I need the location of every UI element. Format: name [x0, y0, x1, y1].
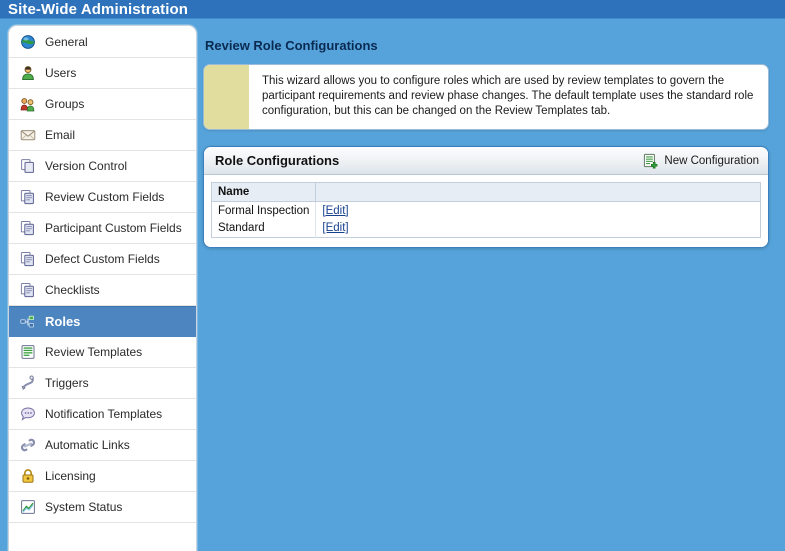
sidebar-item-version-control[interactable]: Version Control [9, 151, 196, 182]
padlock-icon [20, 468, 36, 484]
sidebar-item-label: Roles [45, 314, 81, 329]
column-header-actions [315, 182, 761, 202]
sidebar-item-automatic-links[interactable]: Automatic Links [9, 430, 196, 461]
document-stack-icon [20, 189, 36, 205]
edit-link[interactable]: [Edit] [322, 205, 348, 217]
sidebar-item-review-custom-fields[interactable]: Review Custom Fields [9, 182, 196, 213]
sidebar-item-system-status[interactable]: System Status [9, 492, 196, 523]
copy-pages-icon [20, 158, 36, 174]
sidebar-item-label: Checklists [45, 283, 100, 297]
role-configurations-table: Name Formal Inspection [Edit] Standard [… [211, 182, 761, 238]
sidebar-item-label: Automatic Links [45, 438, 130, 452]
role-name-cell: Formal Inspection [211, 201, 317, 220]
sidebar-item-label: Email [45, 128, 76, 142]
panel-header: Role Configurations New Configuration [204, 147, 768, 175]
sidebar-item-label: Defect Custom Fields [45, 252, 160, 266]
table-row: Formal Inspection [Edit] [211, 201, 761, 220]
table-row: Standard [Edit] [211, 219, 761, 238]
wizard-info-text: This wizard allows you to configure role… [262, 75, 754, 117]
role-action-cell: [Edit] [315, 219, 761, 238]
speech-bubble-icon [20, 406, 36, 422]
globe-icon [20, 34, 36, 50]
sidebar-item-label: Groups [45, 97, 85, 111]
new-document-icon [642, 153, 658, 169]
sidebar-item-participant-custom-fields[interactable]: Participant Custom Fields [9, 213, 196, 244]
wizard-info-box: This wizard allows you to configure role… [203, 64, 769, 130]
sidebar-item-label: Notification Templates [45, 407, 163, 421]
sidebar-item-triggers[interactable]: Triggers [9, 368, 196, 399]
lined-document-icon [20, 344, 36, 360]
sidebar-item-label: Participant Custom Fields [45, 221, 182, 235]
sidebar-item-label: General [45, 34, 88, 49]
new-configuration-label: New Configuration [664, 154, 759, 167]
main-content: Review Role Configurations This wizard a… [203, 38, 777, 248]
sidebar-item-roles[interactable]: Roles [9, 306, 196, 337]
sidebar-item-groups[interactable]: Groups [9, 89, 196, 120]
sidebar-item-label: Users [45, 66, 77, 80]
sidebar-item-label: System Status [45, 500, 123, 514]
document-stack-icon [20, 251, 36, 267]
new-configuration-button[interactable]: New Configuration [642, 153, 759, 169]
group-icon [20, 96, 36, 112]
sidebar-item-defect-custom-fields[interactable]: Defect Custom Fields [9, 244, 196, 275]
sidebar-item-review-templates[interactable]: Review Templates [9, 337, 196, 368]
roles-network-icon [20, 314, 36, 330]
sidebar-item-label: Triggers [45, 376, 89, 390]
document-stack-icon [20, 282, 36, 298]
panel-title: Role Configurations [215, 153, 340, 168]
panel-body: Name Formal Inspection [Edit] Standard [… [204, 175, 768, 247]
document-stack-icon [20, 220, 36, 236]
role-action-cell: [Edit] [315, 201, 761, 220]
sidebar-item-licensing[interactable]: Licensing [9, 461, 196, 492]
trigger-hook-icon [20, 375, 36, 391]
sidebar-item-label: Version Control [45, 159, 128, 173]
sidebar: General Users Groups Email Version Contr… [8, 25, 197, 551]
page-title: Site-Wide Administration [8, 1, 189, 18]
sidebar-item-users[interactable]: Users [9, 58, 196, 89]
column-header-name: Name [211, 182, 317, 202]
chain-link-icon [20, 437, 36, 453]
sidebar-item-label: Licensing [45, 469, 96, 483]
edit-link[interactable]: [Edit] [322, 222, 348, 234]
sidebar-item-notification-templates[interactable]: Notification Templates [9, 399, 196, 430]
user-icon [20, 65, 36, 81]
sidebar-item-email[interactable]: Email [9, 120, 196, 151]
sidebar-item-label: Review Custom Fields [45, 190, 165, 204]
envelope-icon [20, 127, 36, 143]
sidebar-item-general[interactable]: General [9, 26, 196, 58]
sidebar-item-checklists[interactable]: Checklists [9, 275, 196, 306]
admin-page: Site-Wide Administration General Users G… [0, 0, 785, 551]
info-accent-strip [204, 65, 249, 129]
role-name-cell: Standard [211, 219, 317, 238]
chart-icon [20, 499, 36, 515]
table-header-row: Name [211, 182, 761, 202]
role-configurations-panel: Role Configurations New Configuration Na… [203, 146, 769, 248]
sidebar-item-label: Review Templates [45, 345, 143, 359]
page-heading: Review Role Configurations [205, 38, 378, 53]
